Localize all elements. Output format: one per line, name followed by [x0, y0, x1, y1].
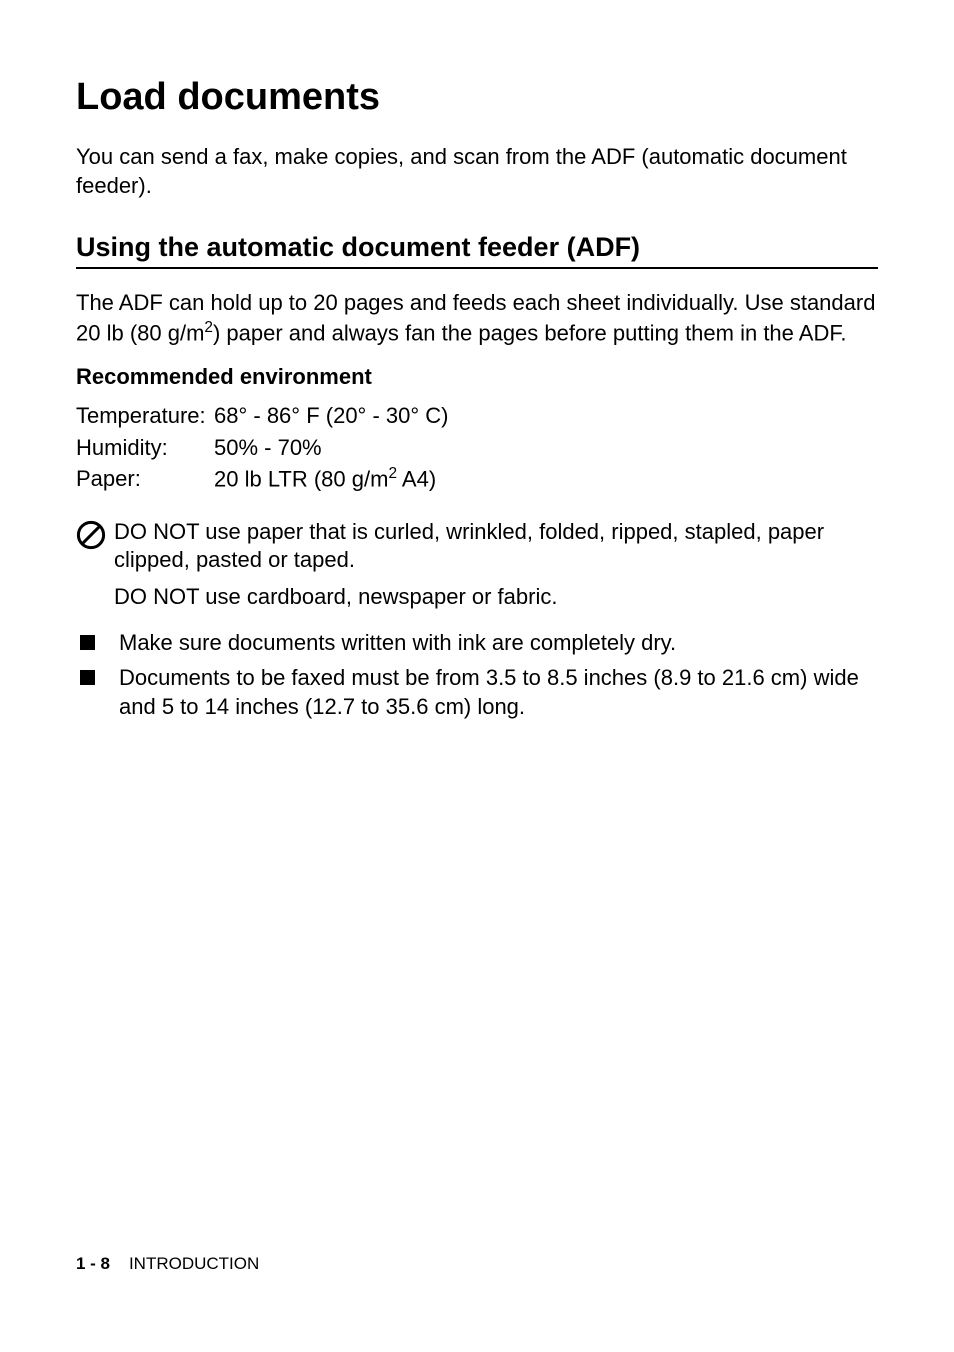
adf-desc-sup: 2	[204, 319, 213, 336]
env-row-paper: Paper: 20 lb LTR (80 g/m2 A4)	[76, 463, 878, 495]
footer-section: INTRODUCTION	[129, 1254, 259, 1273]
intro-paragraph: You can send a fax, make copies, and sca…	[76, 143, 878, 200]
bullet-text-1: Make sure documents written with ink are…	[119, 629, 878, 658]
env-value-temperature: 68° - 86° F (20° - 30° C)	[214, 400, 878, 432]
env-label-paper: Paper:	[76, 463, 214, 495]
adf-desc-post: ) paper and always fan the pages before …	[213, 320, 847, 345]
env-paper-sup: 2	[388, 465, 397, 482]
env-paper-post: A4)	[397, 467, 436, 492]
bullet-text-2: Documents to be faxed must be from 3.5 t…	[119, 664, 878, 721]
page-title: Load documents	[76, 76, 878, 119]
footer-section-label	[115, 1254, 129, 1273]
prohibit-line-1: DO NOT use paper that is curled, wrinkle…	[114, 518, 878, 575]
prohibit-icon	[76, 520, 106, 550]
env-row-humidity: Humidity: 50% - 70%	[76, 432, 878, 464]
env-label-temperature: Temperature:	[76, 400, 214, 432]
adf-description: The ADF can hold up to 20 pages and feed…	[76, 289, 878, 348]
env-value-paper: 20 lb LTR (80 g/m2 A4)	[214, 463, 878, 495]
env-label-humidity: Humidity:	[76, 432, 214, 464]
env-paper-pre: 20 lb LTR (80 g/m	[214, 467, 388, 492]
env-value-humidity: 50% - 70%	[214, 432, 878, 464]
prohibit-line-2: DO NOT use cardboard, newspaper or fabri…	[114, 583, 878, 612]
prohibition-note: DO NOT use paper that is curled, wrinkle…	[76, 518, 878, 620]
footer-page-number: 1 - 8	[76, 1254, 110, 1273]
guidelines-list: Make sure documents written with ink are…	[76, 629, 878, 721]
section-heading-adf: Using the automatic document feeder (ADF…	[76, 232, 878, 269]
environment-table: Temperature: 68° - 86° F (20° - 30° C) H…	[76, 400, 878, 496]
list-item: Make sure documents written with ink are…	[76, 629, 878, 658]
list-item: Documents to be faxed must be from 3.5 t…	[76, 664, 878, 721]
env-row-temperature: Temperature: 68° - 86° F (20° - 30° C)	[76, 400, 878, 432]
env-heading: Recommended environment	[76, 364, 878, 390]
square-bullet-icon	[80, 670, 95, 685]
square-bullet-icon	[80, 635, 95, 650]
page-footer: 1 - 8 INTRODUCTION	[76, 1254, 259, 1274]
prohibit-text: DO NOT use paper that is curled, wrinkle…	[114, 518, 878, 620]
